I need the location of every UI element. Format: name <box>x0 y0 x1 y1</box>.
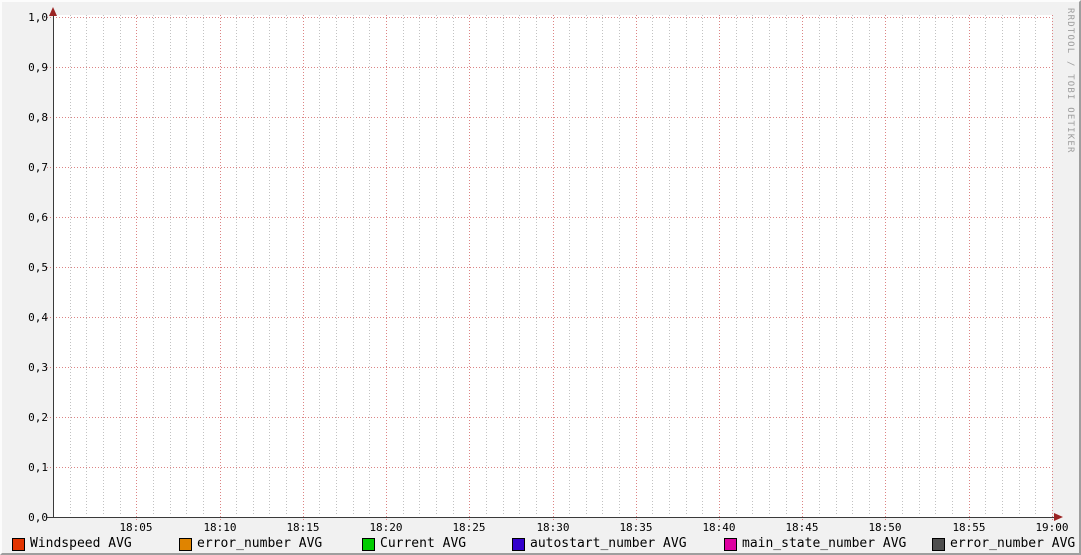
legend-item-label: Current AVG <box>380 536 467 551</box>
legend-color-swatch <box>362 538 375 551</box>
legend-item-label: autostart_number AVG <box>530 536 687 551</box>
legend-color-swatch <box>512 538 525 551</box>
rrdtool-graph: 1,0 0,9 0,8 0,7 0,6 0,5 0,4 0,3 0,2 0,1 0,0 18:05 18… <box>0 0 1081 555</box>
legend-color-swatch <box>179 538 192 551</box>
legend-color-swatch <box>932 538 945 551</box>
legend-item-label: error_number AVG <box>197 536 323 551</box>
legend-item-label: main_state_number AVG <box>742 536 907 551</box>
legend-color-swatch <box>724 538 737 551</box>
rrdtool-watermark: RRDTOOL / TOBI OETIKER <box>1065 8 1075 154</box>
legend-color-swatch <box>12 538 25 551</box>
legend-item-label: error_number AVG <box>950 536 1076 551</box>
legend-item-label: Windspeed AVG <box>30 536 132 551</box>
legend: Windspeed AVG error_number AVG Current AVG… <box>2 2 1079 553</box>
